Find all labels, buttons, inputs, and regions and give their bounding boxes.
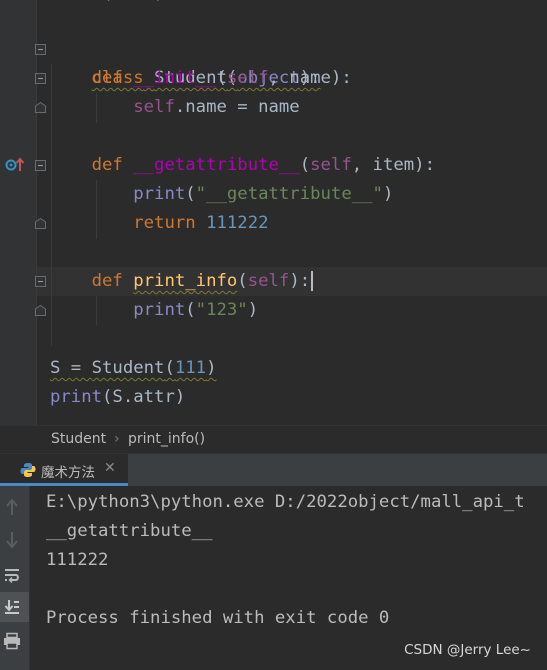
code-line-getattribute-return: return 111222: [133, 213, 269, 233]
console-line-output: __getattribute__: [46, 521, 213, 541]
console-line-output: 111222: [46, 550, 109, 570]
text-caret: [311, 271, 314, 291]
code-line-print-info-def: def print_info(self):: [50, 267, 314, 296]
fold-open-icon[interactable]: [35, 73, 46, 84]
run-tab-bar: 魔术方法 ✕: [0, 453, 547, 486]
close-icon[interactable]: ✕: [104, 460, 116, 476]
fold-open-icon[interactable]: [35, 160, 46, 171]
watermark: CSDN @Jerry Lee~: [404, 642, 531, 658]
soft-wrap-icon[interactable]: [3, 566, 21, 584]
code-line-init-body: self.name = name: [133, 97, 300, 117]
editor-gutter: [0, 0, 36, 425]
fold-end-icon[interactable]: [35, 305, 46, 316]
code-line-init-def: def __init__(self, name):: [91, 68, 352, 88]
fold-end-icon[interactable]: [35, 218, 46, 229]
fold-open-icon[interactable]: [35, 44, 46, 55]
console-line-exit: Process finished with exit code 0: [46, 608, 390, 628]
code-line-partial: def (self):: [50, 0, 175, 9]
code-line-class: class Student(object):: [91, 68, 321, 88]
scroll-to-end-icon[interactable]: [3, 598, 21, 616]
run-tab-label: 魔术方法: [41, 465, 95, 481]
fold-end-icon[interactable]: [35, 102, 46, 113]
breadcrumb-item-method[interactable]: print_info(): [128, 431, 205, 447]
rerun-up-icon[interactable]: [5, 498, 19, 516]
breadcrumb-item-class[interactable]: Student: [51, 431, 106, 447]
print-icon[interactable]: [3, 632, 21, 650]
run-toolbar: [0, 486, 30, 670]
breadcrumb: Student › print_info(): [0, 425, 547, 453]
override-up-arrow-icon[interactable]: [5, 157, 25, 173]
code-editor[interactable]: def (self): class Student(object): def _…: [0, 0, 547, 425]
code-line-print-info-body: print("123"): [133, 300, 259, 320]
python-file-icon: [20, 463, 36, 477]
code-line-getattribute-def: def __getattribute__(self, item):: [91, 155, 435, 175]
breadcrumb-separator: ›: [114, 431, 120, 447]
run-tab[interactable]: 魔术方法 ✕: [0, 454, 128, 486]
console-line-command: E:\python3\python.exe D:/2022object/mall…: [46, 492, 525, 512]
gutter-separator: [36, 0, 37, 425]
code-line-getattribute-print: print("__getattribute__"): [133, 184, 394, 204]
down-arrow-icon[interactable]: [5, 531, 19, 549]
code-line-instance: S = Student(111): [50, 358, 217, 378]
fold-open-icon[interactable]: [35, 276, 46, 287]
code-line-print-attr: print(S.attr): [50, 387, 186, 407]
